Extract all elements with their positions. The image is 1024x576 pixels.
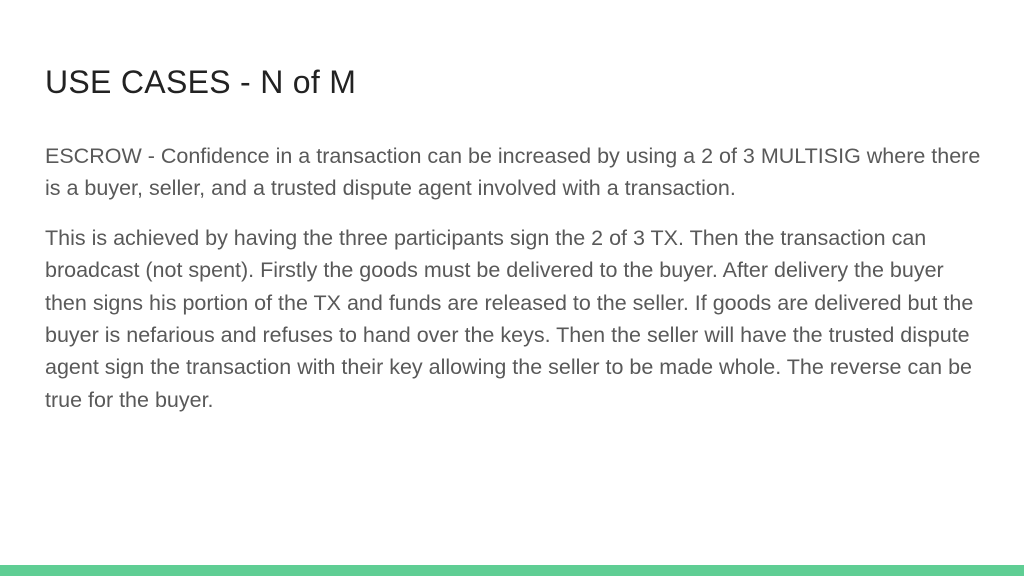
slide-title: USE CASES - N of M [45,64,357,100]
slide-body: ESCROW - Confidence in a transaction can… [45,140,981,433]
paragraph-escrow: ESCROW - Confidence in a transaction can… [45,144,981,201]
paragraph-process: This is achieved by having the three par… [45,225,974,412]
accent-bar [0,565,1024,576]
slide: USE CASES - N of M ESCROW - Confidence i… [0,0,1024,576]
